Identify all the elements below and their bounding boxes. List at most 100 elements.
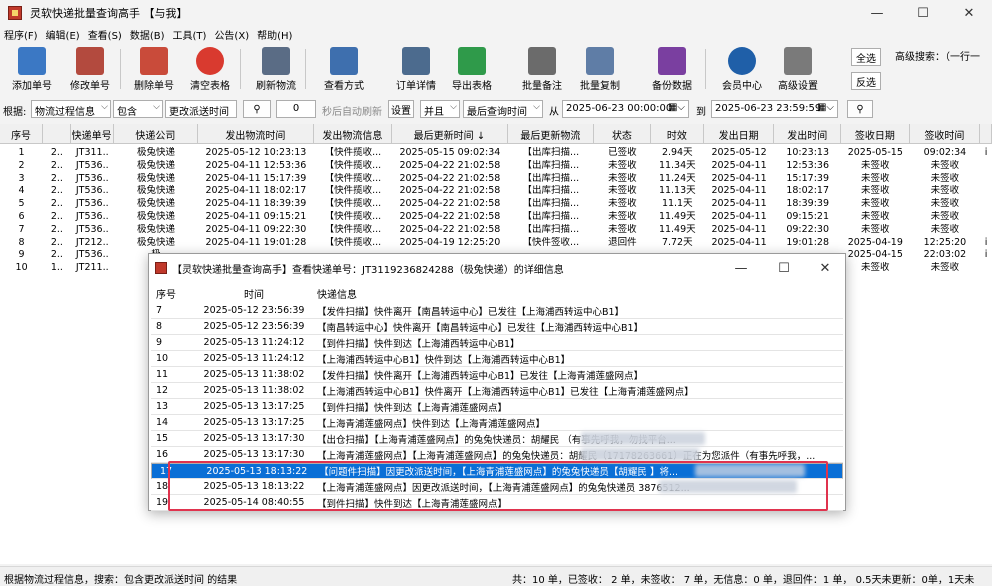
dialog-list-item[interactable]: 12 2025-05-13 11:38:02 【上海浦西转运中心B1】快件离开【上海…: [151, 383, 843, 399]
dialog-list-item[interactable]: 15 2025-05-13 13:17:30 【出仓扫描】【上海青浦莲盛网点】的兔兔…: [151, 431, 843, 447]
search-button[interactable]: ⚲: [243, 100, 271, 118]
table-cell: 未签收: [861, 172, 890, 184]
column-header[interactable]: 发出时间: [774, 124, 842, 144]
column-header[interactable]: 签收时间: [910, 124, 981, 144]
dialog-cell-time: 2025-05-13 11:24:12: [203, 337, 305, 348]
from-datetime-input[interactable]: 2025-06-23 00:00:00 ▦⌵: [562, 100, 689, 118]
dialog-list-item[interactable]: 14 2025-05-13 13:17:25 【上海青浦莲盛网点】快件到达【上海青浦…: [151, 415, 843, 431]
toolbar-label: 修改单号: [70, 81, 110, 92]
table-cell: 2..: [50, 211, 63, 222]
refresh-button[interactable]: 刷新物流: [250, 47, 302, 93]
column-header[interactable]: 签收日期: [841, 124, 910, 144]
edit-button[interactable]: 修改单号: [64, 47, 116, 93]
keyword-input[interactable]: 更改派送时间: [165, 100, 237, 118]
select-all-button[interactable]: 全选: [851, 48, 881, 66]
maximize-button[interactable]: ☐: [900, 0, 946, 26]
header-no: 序号: [156, 289, 176, 301]
dialog-list-item[interactable]: 13 2025-05-13 13:17:25 【到件扫描】快件到达【上海青浦莲盛网点…: [151, 399, 843, 415]
close-button[interactable]: ✕: [946, 0, 992, 26]
table-cell: JT536..: [75, 198, 109, 210]
dialog-maximize-button[interactable]: ☐: [764, 254, 804, 282]
dialog-list-item[interactable]: 11 2025-05-13 11:38:02 【发件扫描】快件离开【上海浦西转运中心…: [151, 367, 843, 383]
minimize-button[interactable]: —: [854, 0, 900, 26]
menu-data[interactable]: 数据(B): [126, 27, 169, 42]
menu-view[interactable]: 查看(S): [84, 27, 126, 42]
table-row[interactable]: 1 2.. JT311.. 极兔快递 2025-05-12 10:23:13 【快件揽收.…: [0, 147, 992, 159]
column-header[interactable]: 时效: [651, 124, 704, 144]
column-header[interactable]: 序号: [0, 124, 44, 144]
menu-program[interactable]: 程序(F): [0, 27, 42, 42]
table-cell: 【快件签收...: [522, 236, 580, 248]
table-cell: 2025-04-22 21:02:58: [399, 198, 501, 210]
filter-field-select[interactable]: 物流过程信息 ⌵: [31, 100, 111, 118]
table-cell: 未签收: [608, 172, 637, 184]
table-row[interactable]: 7 2.. JT536.. 极兔快递 2025-04-11 09:22:30 【快件揽收.…: [0, 224, 992, 236]
table-cell: 极兔快递: [136, 159, 175, 171]
member-button[interactable]: 会员中心: [716, 47, 768, 93]
match-mode-select[interactable]: 包含 ⌵: [113, 100, 163, 118]
table-row[interactable]: 6 2.. JT536.. 极兔快递 2025-04-11 09:15:21 【快件揽收.…: [0, 211, 992, 223]
table-cell: 未签收: [608, 198, 637, 210]
table-cell: 2..: [50, 147, 63, 158]
backup-button[interactable]: 备份数据: [646, 47, 698, 93]
status-search-result: 根据物流过程信息，搜索：包含更改派送时间 的结果: [4, 575, 238, 586]
dialog-cell-time: 2025-05-13 13:17:30: [203, 433, 305, 444]
table-row[interactable]: 4 2.. JT536.. 极兔快递 2025-04-11 18:02:17 【快件揽收.…: [0, 185, 992, 197]
table-cell: 8: [18, 236, 25, 248]
table-row[interactable]: 8 2.. JT212.. 极兔快递 2025-04-11 19:01:28 【快件揽收.…: [0, 237, 992, 249]
to-datetime-input[interactable]: 2025-06-23 23:59:59 ▦⌵: [711, 100, 838, 118]
settings-button[interactable]: 设置: [388, 100, 414, 118]
column-header[interactable]: 快递单号: [71, 124, 114, 144]
menu-tools[interactable]: 工具(T): [169, 27, 211, 42]
from-label: 从: [549, 107, 559, 118]
table-cell: 2025-04-22 21:02:58: [399, 223, 501, 235]
view-button[interactable]: 查看方式: [318, 47, 370, 93]
export-button[interactable]: 导出表格: [446, 47, 498, 93]
invert-selection-button[interactable]: 反选: [851, 72, 881, 90]
table-row[interactable]: 2 2.. JT536.. 极兔快递 2025-04-11 12:53:36 【快件揽收.…: [0, 160, 992, 172]
column-header[interactable]: 发出日期: [704, 124, 775, 144]
dialog-minimize-button[interactable]: —: [721, 254, 761, 282]
column-header[interactable]: [43, 124, 71, 144]
table-cell: 1: [18, 147, 25, 158]
column-header[interactable]: 最后更新物流: [508, 124, 595, 144]
calendar-icon[interactable]: ▦⌵: [668, 102, 685, 113]
table-cell: 2025-04-11: [711, 236, 767, 248]
menu-notice[interactable]: 公告(X): [210, 27, 253, 42]
delete-button[interactable]: 删除单号: [128, 47, 180, 93]
column-header[interactable]: 快递公司: [114, 124, 199, 144]
clear-button[interactable]: 清空表格: [184, 47, 236, 93]
gear-button[interactable]: 高级设置: [772, 47, 824, 93]
column-header[interactable]: [980, 124, 992, 144]
dialog-list-item[interactable]: 10 2025-05-13 11:24:12 【上海浦西转运中心B1】快件到达【上海…: [151, 351, 843, 367]
dialog-list-item[interactable]: 8 2025-05-12 23:56:39 【南昌转运中心】快件离开【南昌转运中心】…: [151, 319, 843, 335]
table-row[interactable]: 5 2.. JT536.. 极兔快递 2025-04-11 18:39:39 【快件揽收.…: [0, 198, 992, 210]
menu-edit[interactable]: 编辑(E): [42, 27, 84, 42]
dialog-cell-info: 【上海青浦莲盛网点】【上海青浦莲盛网点】的兔兔快递员：胡耀民（171782636…: [317, 450, 816, 462]
date-search-button[interactable]: ⚲: [847, 100, 873, 118]
menu-help[interactable]: 帮助(H): [253, 27, 296, 42]
add-button[interactable]: 添加单号: [6, 47, 58, 93]
table-cell: 未签收: [861, 159, 890, 171]
logic-select[interactable]: 并且 ⌵: [420, 100, 460, 118]
table-cell: 2..: [50, 198, 63, 210]
column-header[interactable]: 发出物流信息: [314, 124, 393, 144]
dialog-list-item[interactable]: 9 2025-05-13 11:24:12 【到件扫描】快件到达【上海浦西转运中心B…: [151, 335, 843, 351]
toolbar-label: 批量复制: [580, 81, 620, 92]
time-field-select[interactable]: 最后查询时间 ⌵: [463, 100, 543, 118]
detail-button[interactable]: 订单详情: [390, 47, 442, 93]
refresh-interval-input[interactable]: 0: [276, 100, 316, 118]
dialog-close-button[interactable]: ✕: [805, 254, 845, 282]
dialog-list-item[interactable]: 7 2025-05-12 23:56:39 【发件扫描】快件离开【南昌转运中心】已发…: [151, 303, 843, 319]
app-window: 灵软快递批量查询高手 【与我】 — ☐ ✕ 程序(F) 编辑(E) 查看(S) …: [0, 0, 992, 586]
copy-button[interactable]: 批量复制: [574, 47, 626, 93]
highlight-box: [168, 461, 828, 511]
note-button[interactable]: 批量备注: [516, 47, 568, 93]
calendar-icon[interactable]: ▦⌵: [817, 102, 834, 113]
column-header[interactable]: 发出物流时间: [198, 124, 314, 144]
table-row[interactable]: 3 2.. JT536.. 极兔快递 2025-04-11 15:17:39 【快件揽收.…: [0, 173, 992, 185]
column-header[interactable]: 最后更新时间 ↓: [392, 124, 508, 144]
table-cell: 2025-04-22 21:02:58: [399, 172, 501, 184]
title-bar: 灵软快递批量查询高手 【与我】 — ☐ ✕: [0, 0, 992, 26]
column-header[interactable]: 状态: [594, 124, 651, 144]
